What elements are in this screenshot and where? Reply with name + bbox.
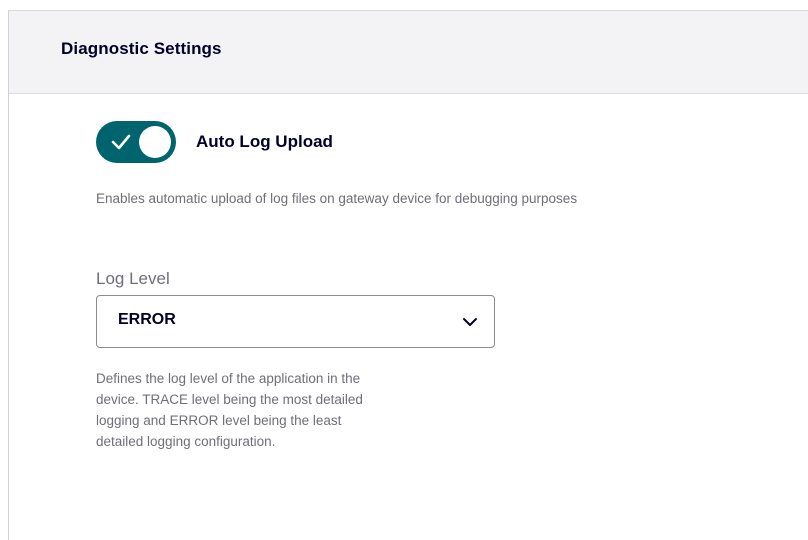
log-level-help-text: Defines the log level of the application…	[96, 368, 496, 452]
panel-header: Diagnostic Settings	[9, 11, 808, 94]
help-line: Defines the log level of the application…	[96, 371, 361, 386]
toggle-knob	[139, 126, 171, 158]
log-level-select[interactable]: ERROR	[96, 295, 495, 348]
chevron-down-icon	[463, 318, 477, 326]
help-line: device. TRACE level being the most detai…	[96, 392, 363, 407]
help-line: detailed logging configuration.	[96, 434, 276, 449]
auto-log-upload-label: Auto Log Upload	[196, 132, 333, 151]
help-line: logging and ERROR level being the least	[96, 413, 342, 428]
panel-title: Diagnostic Settings	[61, 39, 222, 58]
log-level-selected-value: ERROR	[118, 311, 176, 328]
auto-log-upload-description: Enables automatic upload of log files on…	[96, 191, 578, 206]
auto-log-upload-toggle[interactable]	[96, 121, 176, 163]
log-level-label: Log Level	[96, 269, 170, 288]
check-icon	[111, 134, 131, 150]
